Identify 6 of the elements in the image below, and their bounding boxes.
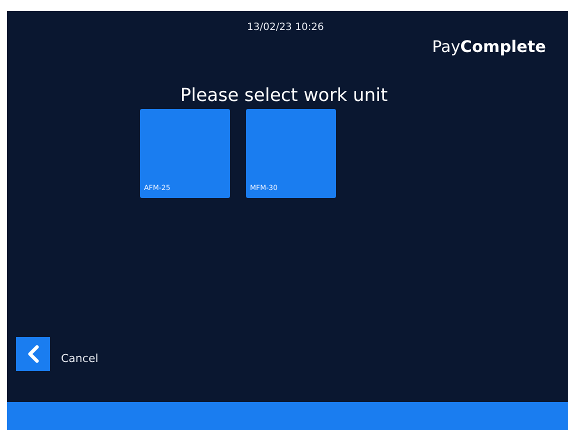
cancel-label[interactable]: Cancel bbox=[61, 352, 98, 364]
screen-title: Please select work unit bbox=[179, 85, 389, 108]
chevron-left-icon bbox=[26, 345, 40, 363]
back-button[interactable] bbox=[16, 337, 50, 371]
logo: PayComplete bbox=[432, 37, 546, 56]
date-time: 13/02/23 10:26 bbox=[247, 22, 324, 33]
